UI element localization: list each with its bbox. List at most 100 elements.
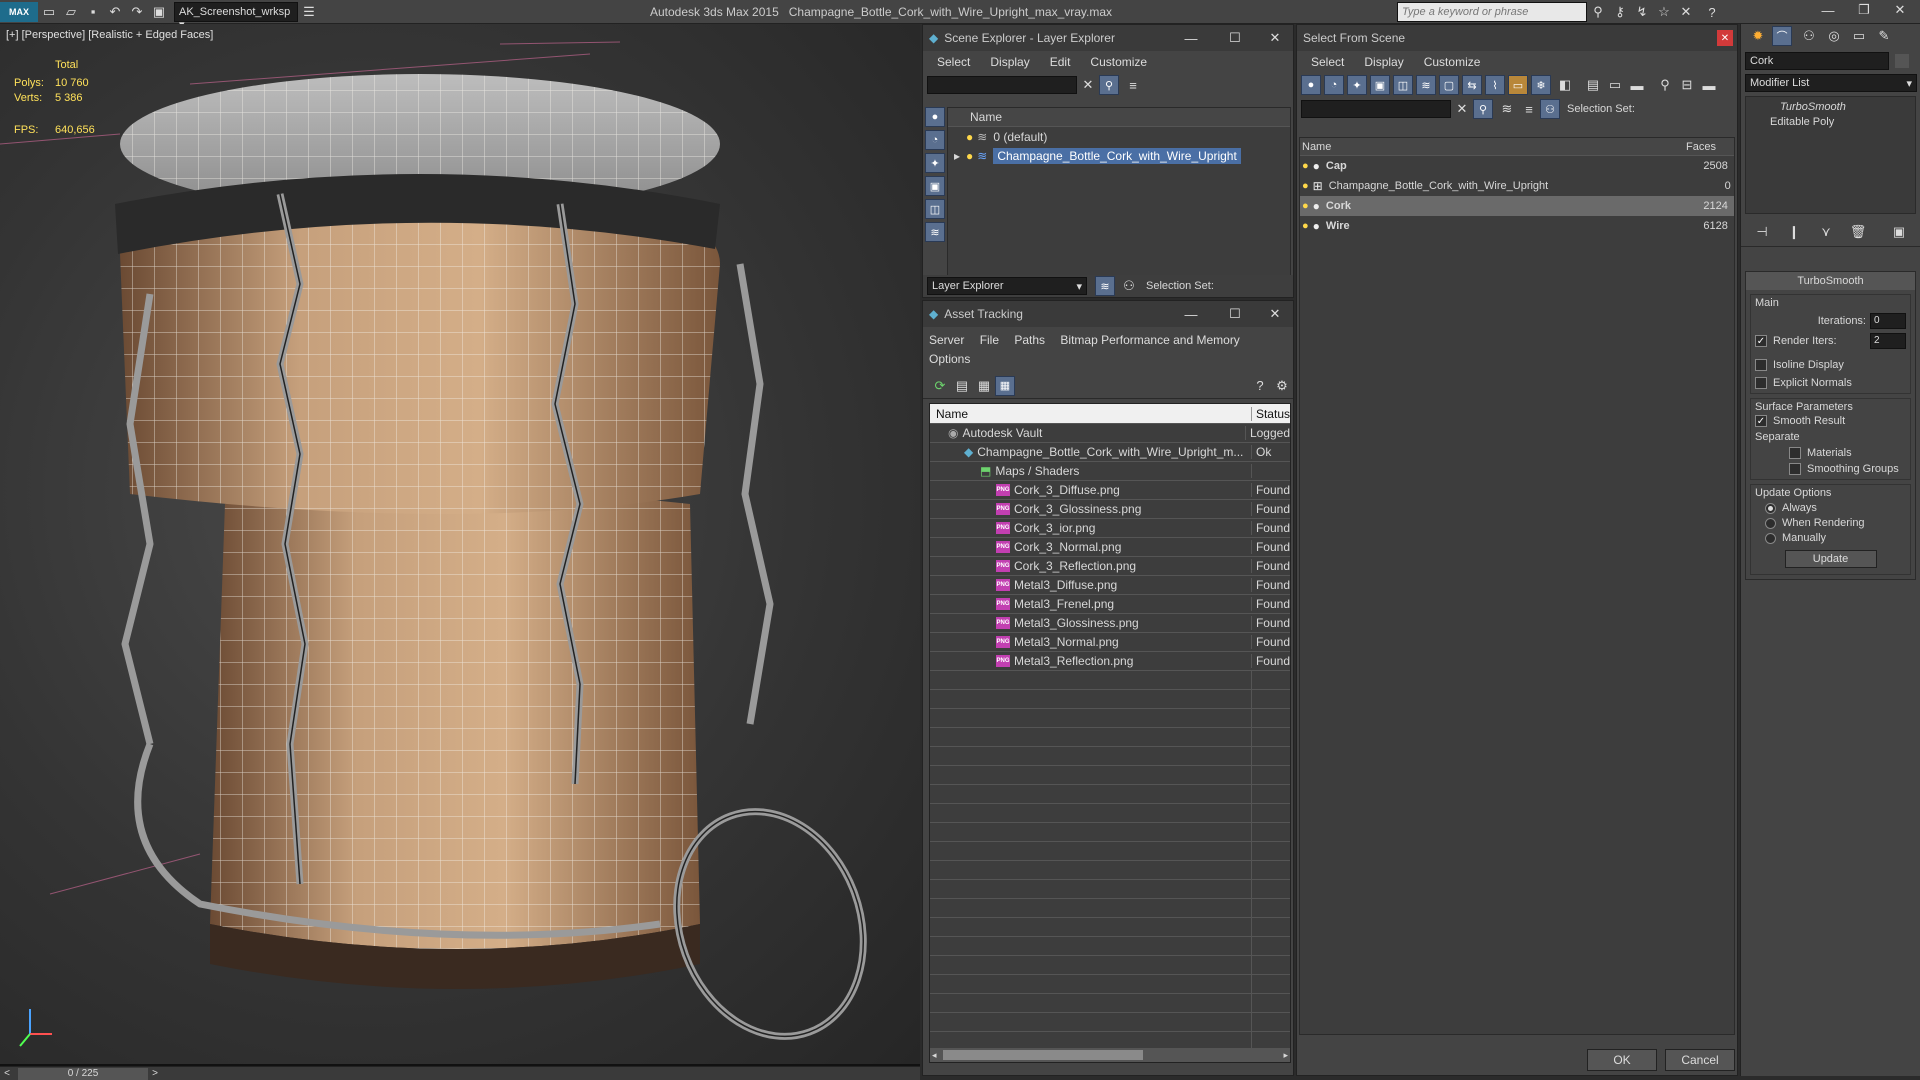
- workspace-dropdown[interactable]: AK_Screenshot_wrksp ▾: [174, 1, 298, 31]
- column-faces[interactable]: Faces: [1686, 141, 1716, 153]
- isoline-checkbox[interactable]: [1755, 359, 1767, 371]
- project-icon[interactable]: ▣: [148, 2, 170, 22]
- modifier-list-dropdown[interactable]: Modifier List ▾: [1745, 74, 1917, 92]
- timeline-frame-counter[interactable]: 0 / 225: [18, 1067, 148, 1080]
- column-name[interactable]: Name: [930, 406, 1252, 421]
- modify-tab-icon[interactable]: ⌒: [1772, 26, 1792, 46]
- display-none-icon[interactable]: ▭: [1604, 75, 1626, 95]
- refresh-icon[interactable]: ⟳: [929, 376, 951, 396]
- help-icon[interactable]: ?: [1249, 376, 1271, 396]
- app-menu-button[interactable]: MAX: [0, 1, 38, 22]
- asset-row[interactable]: PNG Metal3_Normal.png Found: [930, 633, 1290, 652]
- display-cameras-icon[interactable]: ▣: [1370, 75, 1390, 95]
- object-row[interactable]: ● ● Cap 2508: [1300, 156, 1734, 176]
- lightbulb-icon[interactable]: ●: [1302, 220, 1309, 232]
- clear-search-icon[interactable]: ✕: [1451, 99, 1473, 119]
- new-file-icon[interactable]: ▭: [38, 2, 60, 22]
- minimize-icon[interactable]: —: [1169, 28, 1213, 48]
- menu-display[interactable]: Display: [990, 55, 1029, 69]
- manually-radio[interactable]: [1765, 532, 1776, 544]
- render-iters-spinner[interactable]: 2: [1870, 333, 1906, 349]
- materials-checkbox[interactable]: [1789, 447, 1801, 459]
- menu-edit[interactable]: Edit: [1050, 55, 1071, 69]
- display-groups-icon[interactable]: ▢: [1439, 75, 1459, 95]
- remove-modifier-icon[interactable]: 🗑: [1847, 222, 1869, 242]
- asset-row[interactable]: PNG Cork_3_Glossiness.png Found: [930, 500, 1290, 519]
- display-shapes-icon[interactable]: ◔: [1324, 75, 1344, 95]
- help-icon[interactable]: ?: [1697, 2, 1727, 22]
- hierarchy-icon[interactable]: ⚇: [1540, 99, 1560, 119]
- menu-display[interactable]: Display: [1364, 55, 1403, 69]
- lightbulb-icon[interactable]: ●: [966, 149, 973, 163]
- hierarchy-icon[interactable]: ⚇: [1118, 276, 1140, 296]
- time-slider[interactable]: < 0 / 225 >: [0, 1066, 920, 1080]
- minimize-icon[interactable]: —: [1810, 0, 1846, 20]
- layer-row[interactable]: ● ≋ 0 (default): [948, 127, 1290, 146]
- lightbulb-icon[interactable]: ●: [1302, 200, 1309, 212]
- select-from-scene-titlebar[interactable]: Select From Scene ✕: [1297, 25, 1737, 51]
- modifier-stack-item[interactable]: Editable Poly: [1752, 116, 1909, 128]
- update-button[interactable]: Update: [1784, 550, 1877, 568]
- explorer-type-dropdown[interactable]: Layer Explorer ▾: [927, 277, 1087, 295]
- explicit-normals-checkbox[interactable]: [1755, 377, 1767, 389]
- minimize-icon[interactable]: —: [1169, 304, 1213, 324]
- lightbulb-icon[interactable]: ●: [1302, 160, 1309, 172]
- restore-icon[interactable]: ❐: [1846, 0, 1882, 20]
- undo-icon[interactable]: ↶: [104, 2, 126, 22]
- expand-arrow-icon[interactable]: ▸: [954, 149, 960, 163]
- column-status[interactable]: Status: [1252, 407, 1290, 421]
- thumbnail-view-icon[interactable]: ▦: [973, 376, 995, 396]
- close-icon[interactable]: ✕: [1882, 0, 1918, 20]
- filter-icon[interactable]: ⚲: [1473, 99, 1493, 119]
- scene-explorer-titlebar[interactable]: ◆ Scene Explorer - Layer Explorer — ☐ ✕: [923, 25, 1293, 51]
- timeline-next-button[interactable]: >: [148, 1068, 162, 1079]
- maximize-icon[interactable]: ☐: [1213, 28, 1257, 48]
- smoothing-groups-checkbox[interactable]: [1789, 463, 1801, 475]
- asset-row[interactable]: PNG Cork_3_Diffuse.png Found: [930, 481, 1290, 500]
- menu-options[interactable]: Options: [929, 352, 970, 366]
- object-row[interactable]: ● ● Cork 2124: [1300, 196, 1734, 216]
- display-shapes-icon[interactable]: ◔: [925, 130, 945, 150]
- key-icon[interactable]: ⚷: [1609, 2, 1631, 22]
- perspective-viewport[interactable]: [+] [Perspective] [Realistic + Edged Fac…: [0, 24, 920, 1066]
- display-all-icon[interactable]: ▤: [1582, 75, 1604, 95]
- save-file-icon[interactable]: ▪: [82, 2, 104, 22]
- menu-customize[interactable]: Customize: [1090, 55, 1147, 69]
- display-cameras-icon[interactable]: ▣: [925, 176, 945, 196]
- display-geometry-icon[interactable]: ●: [925, 107, 945, 127]
- scene-explorer-search-input[interactable]: [927, 76, 1077, 94]
- asset-row[interactable]: PNG Metal3_Glossiness.png Found: [930, 614, 1290, 633]
- display-all-icon[interactable]: ≋: [925, 222, 945, 242]
- layer-options-icon[interactable]: ≡: [1122, 75, 1144, 95]
- configure-sets-icon[interactable]: ▣: [1888, 222, 1910, 242]
- select-search-input[interactable]: [1301, 100, 1451, 118]
- display-spacewarps-icon[interactable]: ≋: [1416, 75, 1436, 95]
- lightbulb-icon[interactable]: ●: [966, 130, 973, 144]
- create-tab-icon[interactable]: ✹: [1747, 26, 1769, 46]
- filter-icon[interactable]: ⚲: [1654, 75, 1676, 95]
- binoculars-icon[interactable]: ⚲: [1587, 2, 1609, 22]
- layer-options-icon[interactable]: ≋: [1496, 99, 1518, 119]
- display-bones-icon[interactable]: ⌇: [1485, 75, 1505, 95]
- object-row[interactable]: ● ⊞ Champagne_Bottle_Cork_with_Wire_Uprigh…: [1300, 176, 1734, 196]
- display-invert-icon[interactable]: ▬: [1626, 75, 1648, 95]
- pin-stack-icon[interactable]: ⊣: [1751, 222, 1773, 242]
- display-helpers-icon[interactable]: ◫: [1393, 75, 1413, 95]
- subscription-icon[interactable]: ↯: [1631, 2, 1653, 22]
- asset-row[interactable]: ⬒ Maps / Shaders: [930, 462, 1290, 481]
- menu-paths[interactable]: Paths: [1014, 333, 1045, 347]
- horizontal-scrollbar[interactable]: ◂ ▸: [930, 1048, 1290, 1062]
- layer-explorer-icon[interactable]: ≡: [1518, 99, 1540, 119]
- display-containers-icon[interactable]: ▭: [1508, 75, 1528, 95]
- display-lights-icon[interactable]: ✦: [1347, 75, 1367, 95]
- display-frozen-icon[interactable]: ❄: [1531, 75, 1551, 95]
- hierarchy-tab-icon[interactable]: ⚇: [1798, 26, 1820, 46]
- redo-icon[interactable]: ↷: [126, 2, 148, 22]
- favorite-star-icon[interactable]: ☆: [1653, 2, 1675, 22]
- smooth-result-checkbox[interactable]: ✓: [1755, 415, 1767, 427]
- always-radio[interactable]: [1765, 502, 1776, 514]
- utilities-tab-icon[interactable]: ✎: [1873, 26, 1895, 46]
- motion-tab-icon[interactable]: ◎: [1823, 26, 1845, 46]
- menu-file[interactable]: File: [980, 333, 999, 347]
- asset-row[interactable]: ◆ Champagne_Bottle_Cork_with_Wire_Upright…: [930, 443, 1290, 462]
